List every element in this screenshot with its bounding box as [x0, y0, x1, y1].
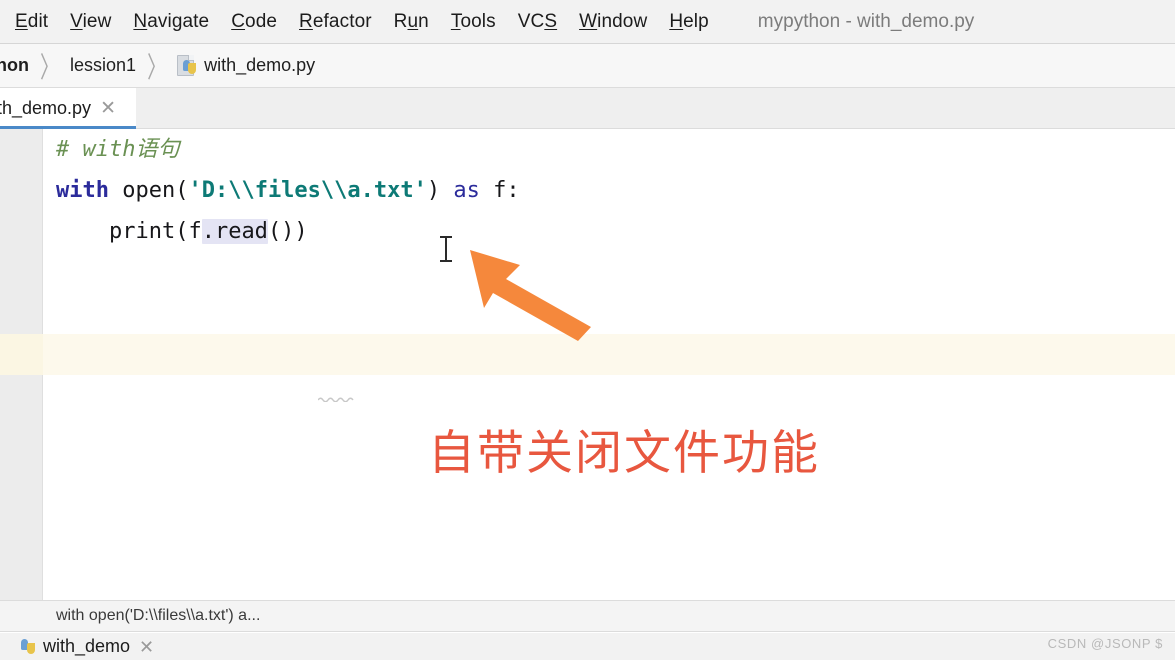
code-comment: # with语句: [56, 137, 180, 162]
menu-item-navigate[interactable]: Navigate: [122, 8, 220, 36]
open-call: open(: [122, 178, 189, 203]
menu-item-refactor[interactable]: Refactor: [288, 8, 383, 36]
breadcrumb: non 〉 lession1 〉 with_demo.py: [0, 44, 1175, 88]
breadcrumb-item-folder[interactable]: lession1: [70, 55, 136, 76]
keyword-with: with: [56, 178, 109, 203]
breadcrumb-folder-label: lession1: [70, 55, 137, 75]
space-3: [480, 178, 493, 203]
editor-status-strip: with open('D:\\files\\a.txt') a...: [0, 600, 1175, 632]
menu-item-edit[interactable]: Edit: [4, 8, 59, 36]
code-editor[interactable]: # with语句 with open('D:\\files\\a.txt') a…: [0, 129, 1175, 600]
print-call: print(f: [108, 219, 202, 244]
pycharm-window: Edit View Navigate Code Refactor Run Too…: [0, 0, 1175, 660]
window-title: mypython - with_demo.py: [757, 10, 975, 32]
code-line-1[interactable]: # with语句: [44, 129, 1175, 170]
close-icon[interactable]: ✕: [100, 99, 116, 118]
breadcrumb-separator-icon: 〉: [40, 52, 60, 85]
code-content[interactable]: # with语句 with open('D:\\files\\a.txt') a…: [44, 129, 1175, 600]
breadcrumb-file-label: with_demo.py: [204, 55, 316, 75]
text-cursor-icon: [440, 236, 452, 262]
editor-tab-label: ith_demo.py: [0, 98, 92, 118]
menu-item-help[interactable]: Help: [658, 8, 719, 36]
python-icon: [20, 639, 35, 654]
tool-window-bar: with_demo ✕: [0, 633, 1175, 660]
space-2: [440, 178, 453, 203]
code-line-3[interactable]: print(f.read()): [44, 211, 1175, 252]
menu-item-run[interactable]: Run: [383, 8, 440, 36]
space-1: [109, 178, 122, 203]
print-call-tail: ()): [267, 219, 308, 244]
menu-item-tools[interactable]: Tools: [440, 8, 507, 36]
code-line-2[interactable]: with open('D:\\files\\a.txt') as f:: [44, 170, 1175, 211]
python-file-icon: [177, 54, 197, 77]
breadcrumb-item-file[interactable]: with_demo.py: [177, 54, 316, 77]
breadcrumb-separator-icon-2: 〉: [147, 52, 167, 85]
tool-window-tab-label: with_demo: [43, 636, 131, 656]
warning-squiggle-icon: [318, 396, 356, 402]
menu-item-code[interactable]: Code: [220, 8, 288, 36]
close-paren: ): [426, 178, 441, 203]
menu-items: Edit View Navigate Code Refactor Run Too…: [0, 8, 720, 36]
variable-f: f:: [493, 178, 520, 203]
menu-item-vcs[interactable]: VCS: [507, 8, 568, 36]
close-icon[interactable]: ✕: [139, 638, 154, 656]
keyword-as: as: [453, 178, 480, 203]
watermark: CSDN @JSONP $: [1047, 636, 1163, 651]
annotation-note: 自带关闭文件功能: [428, 426, 820, 481]
menu-item-window[interactable]: Window: [568, 8, 658, 36]
current-line-gutter-highlight: [0, 334, 43, 375]
file-path-string: 'D:\\files\\a.txt': [188, 178, 427, 203]
editor-tab-with-demo[interactable]: ith_demo.py ✕: [0, 88, 136, 129]
breadcrumb-item-project[interactable]: non: [0, 55, 29, 76]
editor-tab-bar: ith_demo.py ✕: [0, 88, 1175, 129]
menu-bar: Edit View Navigate Code Refactor Run Too…: [0, 0, 1175, 44]
menu-item-view[interactable]: View: [59, 8, 122, 36]
selected-text-read[interactable]: .read: [201, 219, 268, 244]
breadcrumb-project-label: non: [0, 55, 29, 75]
tool-window-tab-run[interactable]: with_demo ✕: [20, 636, 154, 657]
status-text: with open('D:\\files\\a.txt') a...: [56, 607, 261, 624]
